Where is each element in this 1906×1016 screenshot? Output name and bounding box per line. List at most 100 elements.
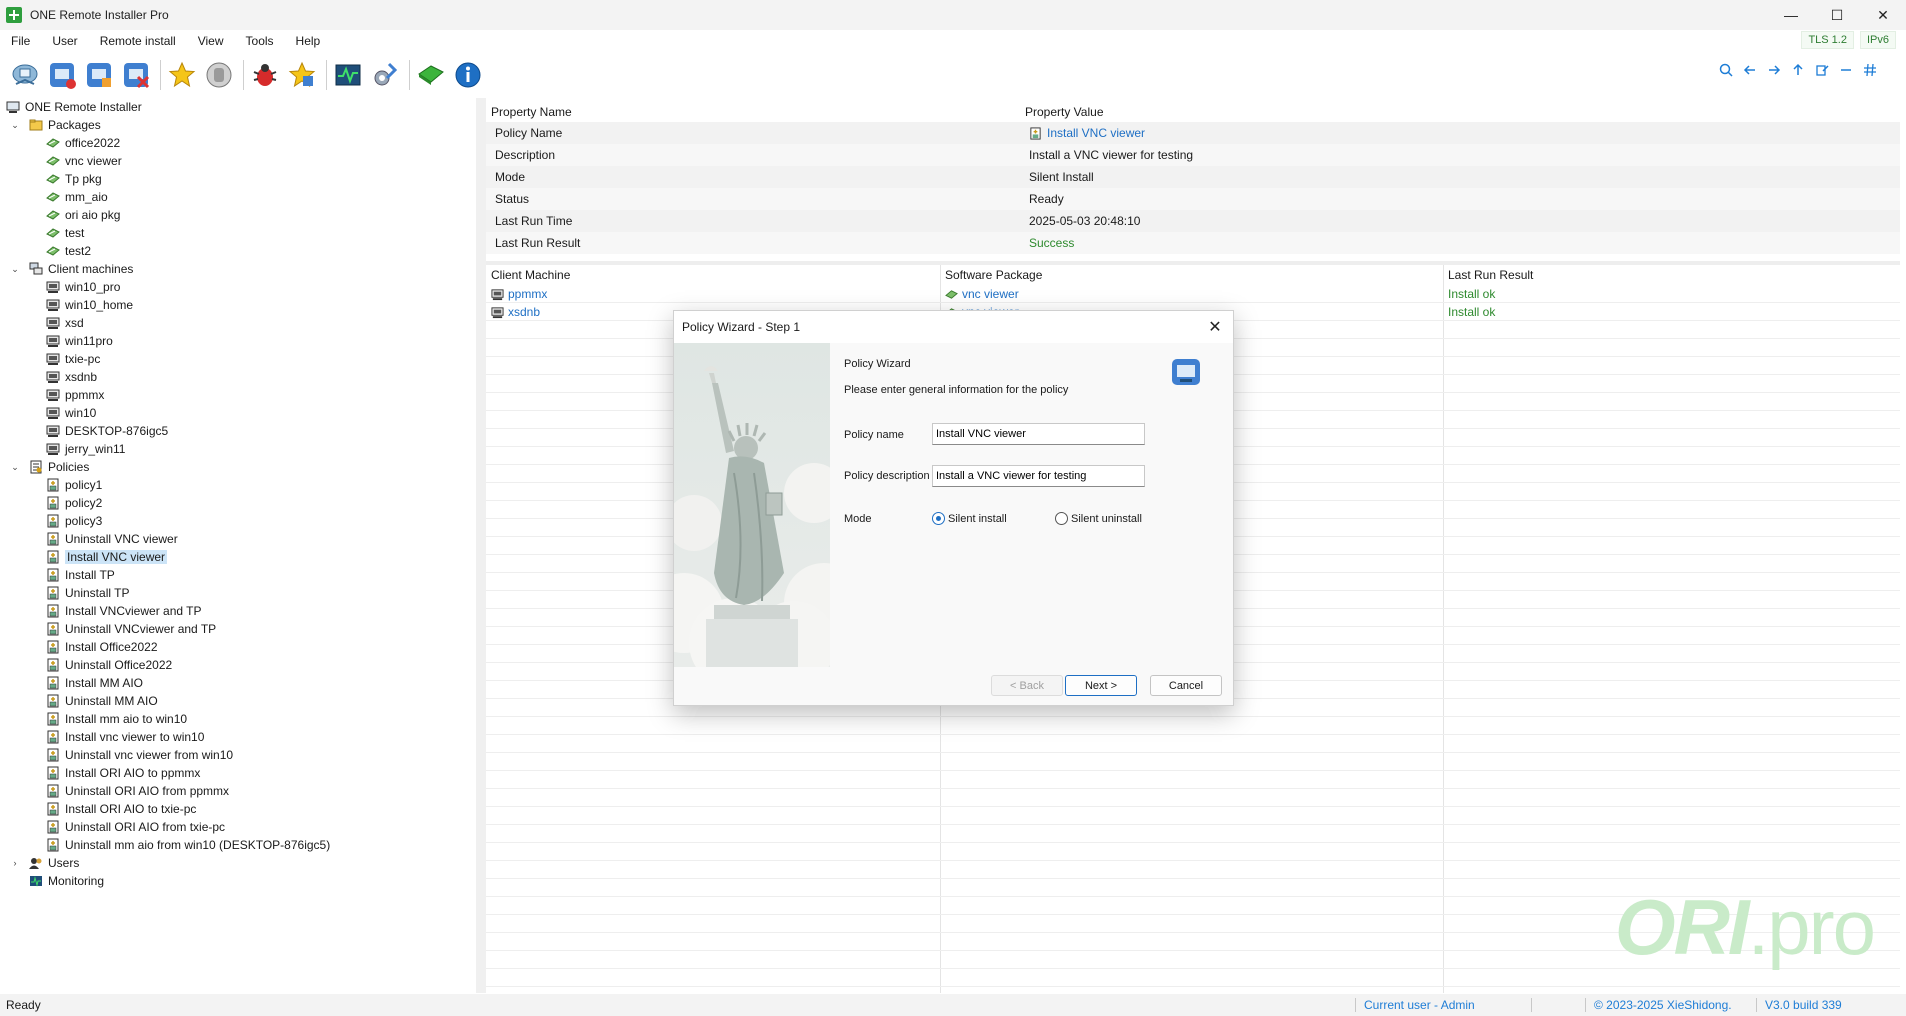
tree-item-package[interactable]: ori aio pkg: [0, 206, 476, 224]
tree-item-client[interactable]: DESKTOP-876igc5: [0, 422, 476, 440]
property-value-header[interactable]: Property Value: [1023, 105, 1900, 119]
table-row[interactable]: ppmmx vnc viewer Install ok: [486, 285, 1900, 303]
policy-name-input[interactable]: [932, 423, 1145, 445]
about-button[interactable]: [451, 58, 485, 92]
tree-item-policy[interactable]: Install Office2022: [0, 638, 476, 656]
add-client-button[interactable]: [45, 58, 79, 92]
tree-item-package[interactable]: office2022: [0, 134, 476, 152]
tree-item-policy[interactable]: Uninstall ORI AIO from txie-pc: [0, 818, 476, 836]
tree-item-policy[interactable]: Uninstall ORI AIO from ppmmx: [0, 782, 476, 800]
tree-item-policy[interactable]: Install VNCviewer and TP: [0, 602, 476, 620]
tree-item-package[interactable]: mm_aio: [0, 188, 476, 206]
up-nav-button[interactable]: [1790, 62, 1806, 78]
tree-item-client[interactable]: jerry_win11: [0, 440, 476, 458]
client-link[interactable]: ppmmx: [508, 287, 547, 301]
tree-item-package[interactable]: Tp pkg: [0, 170, 476, 188]
client-link[interactable]: xsdnb: [508, 305, 540, 319]
menu-user[interactable]: User: [41, 34, 88, 48]
tree-node-packages[interactable]: ⌄ Packages: [0, 116, 476, 134]
back-nav-button[interactable]: [1742, 62, 1758, 78]
tree-item-package[interactable]: test2: [0, 242, 476, 260]
connect-button[interactable]: [8, 58, 42, 92]
tree-root[interactable]: ONE Remote Installer: [0, 98, 476, 116]
property-row[interactable]: Status Ready: [486, 188, 1900, 210]
minimize-button[interactable]: —: [1768, 0, 1814, 30]
tree-item-policy[interactable]: Uninstall Office2022: [0, 656, 476, 674]
tree-item-client[interactable]: xsdnb: [0, 368, 476, 386]
tree-node-monitoring[interactable]: Monitoring: [0, 872, 476, 890]
property-row[interactable]: Last Run Time 2025-05-03 20:48:10: [486, 210, 1900, 232]
edit-button[interactable]: [1814, 62, 1830, 78]
client-properties-button[interactable]: [82, 58, 116, 92]
tree-item-policy[interactable]: Install ORI AIO to txie-pc: [0, 800, 476, 818]
packages-button[interactable]: [414, 58, 448, 92]
tree-item-client[interactable]: txie-pc: [0, 350, 476, 368]
favorite-button[interactable]: [165, 58, 199, 92]
chevron-right-icon[interactable]: ›: [9, 858, 21, 868]
last-run-result-header[interactable]: Last Run Result: [1443, 268, 1900, 282]
monitor-button[interactable]: [331, 58, 365, 92]
tree-item-policy[interactable]: Install ORI AIO to ppmmx: [0, 764, 476, 782]
tree-item-policy[interactable]: Uninstall mm aio from win10 (DESKTOP-876…: [0, 836, 476, 854]
settings-button[interactable]: [368, 58, 402, 92]
tree-item-policy[interactable]: Uninstall VNCviewer and TP: [0, 620, 476, 638]
property-row[interactable]: Description Install a VNC viewer for test…: [486, 144, 1900, 166]
tree-item-policy[interactable]: Install mm aio to win10: [0, 710, 476, 728]
property-row[interactable]: Last Run Result Success: [486, 232, 1900, 254]
tree-item-client[interactable]: xsd: [0, 314, 476, 332]
chevron-down-icon[interactable]: ⌄: [9, 120, 21, 131]
tree-item-policy[interactable]: Uninstall VNC viewer: [0, 530, 476, 548]
tree-item-client[interactable]: win10: [0, 404, 476, 422]
tree-item-policy[interactable]: Uninstall MM AIO: [0, 692, 476, 710]
silent-install-radio[interactable]: Silent install: [932, 512, 1007, 525]
menu-remote-install[interactable]: Remote install: [89, 34, 187, 48]
stop-button[interactable]: [202, 58, 236, 92]
dialog-close-button[interactable]: ✕: [1205, 317, 1225, 337]
maximize-button[interactable]: ☐: [1814, 0, 1860, 30]
tree-node-policies[interactable]: ⌄ Policies: [0, 458, 476, 476]
tree-item-policy[interactable]: policy2: [0, 494, 476, 512]
tree-item-policy[interactable]: Install vnc viewer to win10: [0, 728, 476, 746]
bug-button[interactable]: [248, 58, 282, 92]
policy-description-input[interactable]: [932, 465, 1145, 487]
collapse-button[interactable]: [1838, 62, 1854, 78]
tree-item-client[interactable]: win10_home: [0, 296, 476, 314]
silent-uninstall-radio[interactable]: Silent uninstall: [1055, 512, 1142, 525]
cancel-button[interactable]: Cancel: [1150, 675, 1222, 696]
forward-nav-button[interactable]: [1766, 62, 1782, 78]
menu-view[interactable]: View: [187, 34, 235, 48]
property-row[interactable]: Policy Name Install VNC viewer: [486, 122, 1900, 144]
new-policy-button[interactable]: [285, 58, 319, 92]
tree-item-policy[interactable]: policy1: [0, 476, 476, 494]
search-button[interactable]: [1718, 62, 1734, 78]
tree-item-policy[interactable]: Install MM AIO: [0, 674, 476, 692]
tree-item-client[interactable]: win10_pro: [0, 278, 476, 296]
menu-file[interactable]: File: [0, 34, 41, 48]
tree-item-client[interactable]: ppmmx: [0, 386, 476, 404]
package-link[interactable]: vnc viewer: [962, 287, 1019, 301]
close-button[interactable]: ✕: [1860, 0, 1906, 30]
panel-splitter[interactable]: [476, 98, 486, 993]
tree-node-users[interactable]: › Users: [0, 854, 476, 872]
tree-item-policy[interactable]: Install TP: [0, 566, 476, 584]
tree-item-policy[interactable]: Uninstall vnc viewer from win10: [0, 746, 476, 764]
software-package-header[interactable]: Software Package: [940, 268, 1443, 282]
tree-item-package[interactable]: test: [0, 224, 476, 242]
hash-button[interactable]: [1862, 62, 1878, 78]
tree-item-policy[interactable]: Uninstall TP: [0, 584, 476, 602]
property-row[interactable]: Mode Silent Install: [486, 166, 1900, 188]
menu-tools[interactable]: Tools: [235, 34, 285, 48]
tree-node-client-machines[interactable]: ⌄ Client machines: [0, 260, 476, 278]
menu-help[interactable]: Help: [285, 34, 332, 48]
chevron-down-icon[interactable]: ⌄: [9, 462, 21, 473]
delete-client-button[interactable]: [119, 58, 153, 92]
chevron-down-icon[interactable]: ⌄: [9, 264, 21, 275]
tree-item-policy-selected[interactable]: Install VNC viewer: [0, 548, 476, 566]
client-machine-header[interactable]: Client Machine: [486, 268, 940, 282]
next-button[interactable]: Next >: [1065, 675, 1137, 696]
property-name-header[interactable]: Property Name: [486, 105, 1023, 119]
tree-item-package[interactable]: vnc viewer: [0, 152, 476, 170]
tree-item-policy[interactable]: policy3: [0, 512, 476, 530]
back-button[interactable]: < Back: [991, 675, 1063, 696]
tree-item-client[interactable]: win11pro: [0, 332, 476, 350]
